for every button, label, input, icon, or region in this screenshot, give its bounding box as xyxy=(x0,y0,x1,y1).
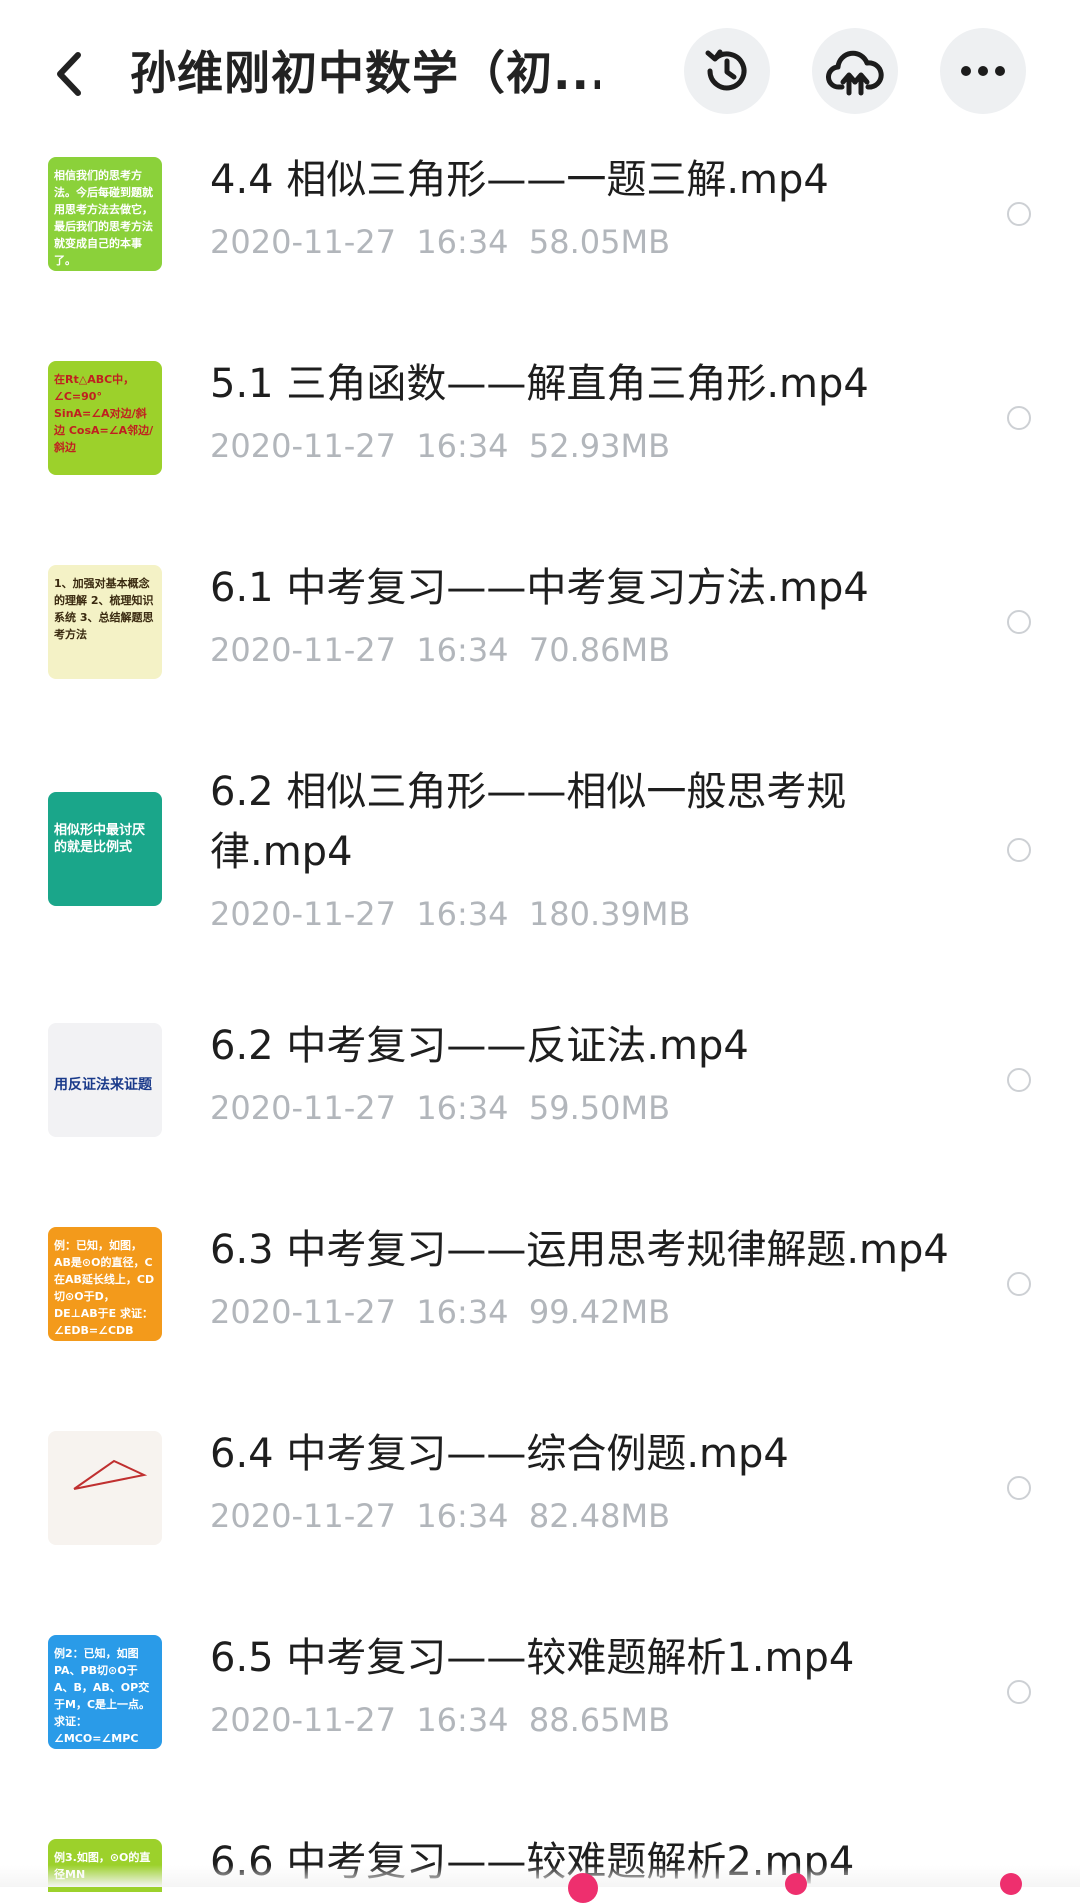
select-radio[interactable] xyxy=(1007,202,1031,226)
tab-indicator xyxy=(785,1873,807,1895)
file-time: 16:34 xyxy=(416,1089,509,1127)
video-thumbnail: 例2：已知，如图PA、PB切⊙O于A、B，AB、OP交于M，C是上一点。求证：∠… xyxy=(48,1635,162,1749)
list-item[interactable]: 在Rt△ABC中，∠C=90° SinA=∠A对边/斜边 CosA=∠A邻边/斜… xyxy=(0,354,1080,554)
file-date: 2020-11-27 xyxy=(210,1089,396,1127)
file-date: 2020-11-27 xyxy=(210,427,396,465)
list-item[interactable]: 相似形中最讨厌的就是比例式 6.2 相似三角形——相似一般思考规律.mp4 20… xyxy=(0,762,1080,1012)
file-date: 2020-11-27 xyxy=(210,631,396,669)
top-bar: 孙维刚初中数学（初... xyxy=(0,0,1080,150)
list-item[interactable]: 1、加强对基本概念的理解 2、梳理知识系统 3、总结解题思考方法 6.1 中考复… xyxy=(0,558,1080,758)
chevron-left-icon xyxy=(57,52,81,96)
file-size: 59.50MB xyxy=(528,1089,671,1127)
file-size: 58.05MB xyxy=(528,223,671,261)
file-size: 180.39MB xyxy=(528,895,691,933)
file-time: 16:34 xyxy=(416,1497,509,1535)
select-radio[interactable] xyxy=(1007,610,1031,634)
file-name: 6.2 相似三角形——相似一般思考规律.mp4 xyxy=(210,769,847,875)
thumbnail-text: 例：已知，如图，AB是⊙O的直径，C在AB延长线上，CD切⊙O于D，DE⊥AB于… xyxy=(54,1239,155,1337)
thumbnail-text: 在Rt△ABC中，∠C=90° SinA=∠A对边/斜边 CosA=∠A邻边/斜… xyxy=(54,373,154,454)
thumbnail-text: 用反证法来证题 xyxy=(54,1077,152,1093)
more-icon xyxy=(961,66,1005,76)
list-item[interactable]: 相信我们的思考方法。今后每碰到题就用思考方法去做它，最后我们的思考方法就变成自己… xyxy=(0,150,1080,350)
upload-button[interactable] xyxy=(812,28,898,114)
select-radio[interactable] xyxy=(1007,406,1031,430)
file-time: 16:34 xyxy=(416,427,509,465)
file-size: 70.86MB xyxy=(528,631,671,669)
file-name: 6.4 中考复习——综合例题.mp4 xyxy=(210,1431,789,1477)
file-name: 6.5 中考复习——较难题解析1.mp4 xyxy=(210,1635,855,1681)
list-item[interactable]: 例：已知，如图，AB是⊙O的直径，C在AB延长线上，CD切⊙O于D，DE⊥AB于… xyxy=(0,1220,1080,1420)
video-thumbnail: 用反证法来证题 xyxy=(48,1023,162,1137)
thumbnail-text: 1、加强对基本概念的理解 2、梳理知识系统 3、总结解题思考方法 xyxy=(54,577,154,641)
file-name: 6.3 中考复习——运用思考规律解题.mp4 xyxy=(210,1227,949,1273)
thumbnail-text: 相信我们的思考方法。今后每碰到题就用思考方法去做它，最后我们的思考方法就变成自己… xyxy=(54,169,153,267)
video-thumbnail: 1、加强对基本概念的理解 2、梳理知识系统 3、总结解题思考方法 xyxy=(48,565,162,679)
thumbnail-text: 例2：已知，如图PA、PB切⊙O于A、B，AB、OP交于M，C是上一点。求证：∠… xyxy=(54,1647,151,1745)
file-name: 4.4 相似三角形——一题三解.mp4 xyxy=(210,157,829,203)
triangle-figure xyxy=(73,1459,148,1490)
file-size: 82.48MB xyxy=(528,1497,671,1535)
file-date: 2020-11-27 xyxy=(210,1293,396,1331)
tab-indicator xyxy=(1000,1873,1022,1895)
video-thumbnail: 在Rt△ABC中，∠C=90° SinA=∠A对边/斜边 CosA=∠A邻边/斜… xyxy=(48,361,162,475)
select-radio[interactable] xyxy=(1007,1476,1031,1500)
file-meta: 2020-11-27 16:34 82.48MB xyxy=(210,1496,670,1536)
more-button[interactable] xyxy=(940,28,1026,114)
video-thumbnail: 相似形中最讨厌的就是比例式 xyxy=(48,792,162,906)
file-size: 99.42MB xyxy=(528,1293,671,1331)
file-time: 16:34 xyxy=(416,895,509,933)
history-icon xyxy=(705,49,747,91)
file-size: 88.65MB xyxy=(528,1701,671,1739)
file-time: 16:34 xyxy=(416,1701,509,1739)
file-date: 2020-11-27 xyxy=(210,223,396,261)
file-meta: 2020-11-27 16:34 70.86MB xyxy=(210,630,670,670)
file-date: 2020-11-27 xyxy=(210,895,396,933)
select-radio[interactable] xyxy=(1007,1680,1031,1704)
video-thumbnail: 相信我们的思考方法。今后每碰到题就用思考方法去做它，最后我们的思考方法就变成自己… xyxy=(48,157,162,271)
history-button[interactable] xyxy=(684,28,770,114)
file-meta: 2020-11-27 16:34 88.65MB xyxy=(210,1700,670,1740)
list-item[interactable]: 用反证法来证题 6.2 中考复习——反证法.mp4 2020-11-27 16:… xyxy=(0,1016,1080,1216)
file-time: 16:34 xyxy=(416,223,509,261)
bottom-bar-edge xyxy=(0,1865,1080,1887)
file-meta: 2020-11-27 16:34 59.50MB xyxy=(210,1088,670,1128)
file-name: 5.1 三角函数——解直角三角形.mp4 xyxy=(210,361,869,407)
file-date: 2020-11-27 xyxy=(210,1497,396,1535)
video-thumbnail: 例：已知，如图，AB是⊙O的直径，C在AB延长线上，CD切⊙O于D，DE⊥AB于… xyxy=(48,1227,162,1341)
file-time: 16:34 xyxy=(416,1293,509,1331)
cloud-upload-icon xyxy=(826,50,884,96)
select-radio[interactable] xyxy=(1007,1272,1031,1296)
file-name: 6.2 中考复习——反证法.mp4 xyxy=(210,1023,749,1069)
file-name: 6.1 中考复习——中考复习方法.mp4 xyxy=(210,565,869,611)
tab-indicator xyxy=(568,1873,598,1903)
select-radio[interactable] xyxy=(1007,838,1031,862)
page-title: 孙维刚初中数学（初... xyxy=(130,46,600,100)
back-button[interactable] xyxy=(42,46,98,102)
file-meta: 2020-11-27 16:34 180.39MB xyxy=(210,894,690,934)
list-item[interactable]: 6.4 中考复习——综合例题.mp4 2020-11-27 16:34 82.4… xyxy=(0,1424,1080,1624)
thumbnail-text: 相似形中最讨厌的就是比例式 xyxy=(54,823,146,855)
file-date: 2020-11-27 xyxy=(210,1701,396,1739)
list-item[interactable]: 例2：已知，如图PA、PB切⊙O于A、B，AB、OP交于M，C是上一点。求证：∠… xyxy=(0,1628,1080,1828)
video-thumbnail xyxy=(48,1431,162,1545)
file-meta: 2020-11-27 16:34 58.05MB xyxy=(210,222,670,262)
file-meta: 2020-11-27 16:34 52.93MB xyxy=(210,426,670,466)
select-radio[interactable] xyxy=(1007,1068,1031,1092)
file-time: 16:34 xyxy=(416,631,509,669)
file-meta: 2020-11-27 16:34 99.42MB xyxy=(210,1292,670,1332)
file-size: 52.93MB xyxy=(528,427,671,465)
